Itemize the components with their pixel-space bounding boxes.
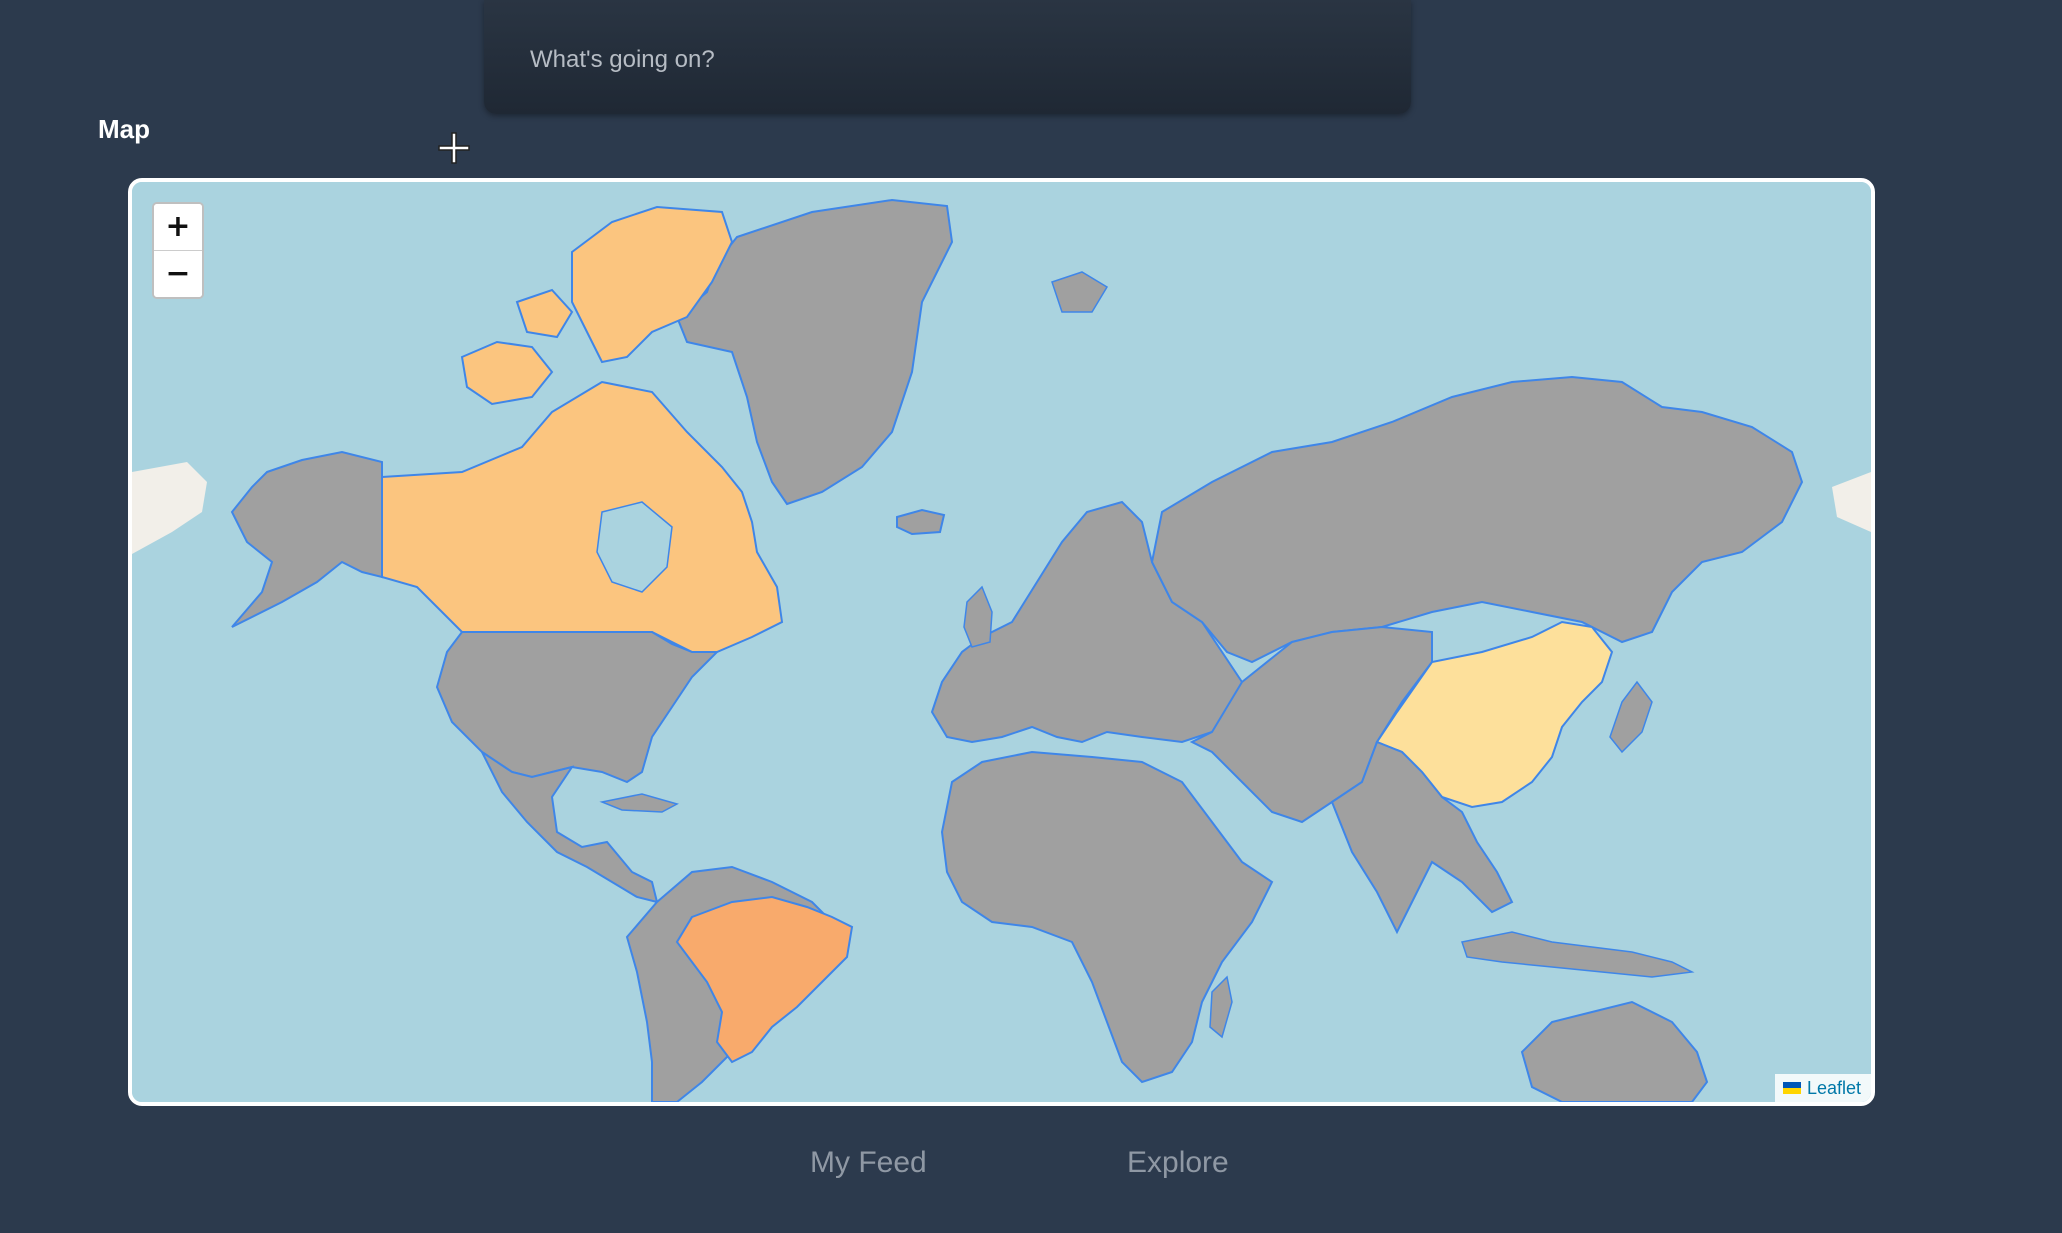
world-map[interactable]: + − Leaflet xyxy=(128,178,1875,1106)
crosshair-cursor-icon xyxy=(438,132,470,164)
zoom-control: + − xyxy=(152,202,204,299)
zoom-in-button[interactable]: + xyxy=(154,204,202,250)
map-attribution: Leaflet xyxy=(1774,1074,1871,1102)
post-composer xyxy=(484,0,1411,114)
zoom-out-button[interactable]: − xyxy=(154,250,202,297)
nav-explore[interactable]: Explore xyxy=(1127,1146,1229,1180)
nav-my-feed[interactable]: My Feed xyxy=(810,1146,927,1180)
post-input[interactable] xyxy=(530,40,1350,80)
ukraine-flag-icon xyxy=(1782,1082,1801,1094)
leaflet-link[interactable]: Leaflet xyxy=(1807,1074,1861,1102)
bottom-nav: My Feed Explore xyxy=(0,1146,2062,1196)
map-canvas[interactable] xyxy=(132,182,1871,1102)
map-section-title: Map xyxy=(98,114,150,144)
